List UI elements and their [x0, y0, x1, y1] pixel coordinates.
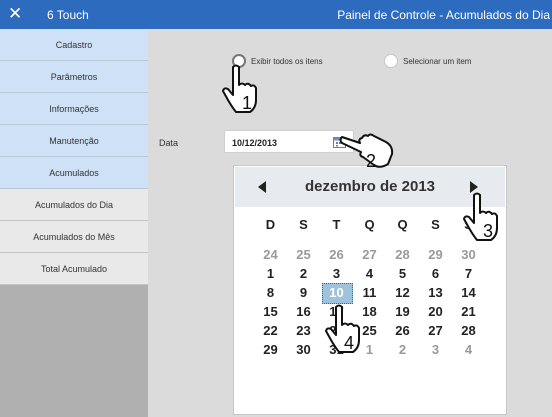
calendar-day[interactable]: 18 [353, 304, 386, 319]
sidebar-item-label: Informações [49, 103, 99, 114]
sidebar-item-cadastro[interactable]: Cadastro [0, 29, 148, 61]
calendar-day[interactable]: 24 [320, 323, 353, 338]
sidebar-item-label: Parâmetros [50, 71, 98, 82]
calendar-day[interactable]: 26 [386, 323, 419, 338]
date-picker-header: dezembro de 2013 [235, 167, 505, 207]
calendar-day[interactable]: 12 [386, 285, 419, 300]
calendar-day[interactable]: 25 [287, 247, 320, 262]
calendar-day[interactable]: 27 [353, 247, 386, 262]
radio-dot-selected [232, 54, 246, 68]
weekday-label: Q [397, 217, 408, 232]
radio-show-all[interactable]: Exibir todos os itens [232, 54, 323, 68]
calendar-day[interactable]: 3 [320, 266, 353, 281]
calendar-day[interactable]: 26 [320, 247, 353, 262]
calendar-day[interactable]: 20 [419, 304, 452, 319]
main-panel: Exibir todos os itens Selecionar um item… [148, 29, 552, 417]
month-label: dezembro de 2013 [304, 178, 436, 195]
calendar-day[interactable]: 31 [320, 342, 353, 357]
calendar-day[interactable]: 30 [287, 342, 320, 357]
calendar-day[interactable]: 19 [386, 304, 419, 319]
sidebar-item-label: Cadastro [55, 39, 93, 50]
sidebar-item-label: Manutenção [49, 135, 99, 146]
radio-dot [384, 54, 398, 68]
radio-show-all-label: Exibir todos os itens [251, 56, 323, 66]
calendar-week: 29 30 31 1 2 3 4 [254, 342, 485, 357]
calendar-day[interactable]: 28 [386, 247, 419, 262]
calendar-day[interactable]: 14 [452, 285, 485, 300]
calendar-day[interactable]: 16 [287, 304, 320, 319]
calendar-day[interactable]: 13 [419, 285, 452, 300]
calendar-day[interactable]: 25 [353, 323, 386, 338]
sidebar-item-label: Acumulados do Dia [34, 199, 114, 210]
calendar-day[interactable]: 27 [419, 323, 452, 338]
sidebar-item-acumulados-mes[interactable]: Acumulados do Mês [0, 221, 148, 253]
weekday-label: S [299, 217, 308, 232]
calendar-day[interactable]: 4 [452, 342, 485, 357]
calendar-week: 24 25 26 27 28 29 30 [254, 247, 485, 262]
radio-select-one-label: Selecionar um item [403, 56, 472, 66]
calendar-day[interactable]: 15 [254, 304, 287, 319]
calendar-day[interactable]: 1 [353, 342, 386, 357]
sidebar-item-label: Acumulados do Mês [33, 231, 115, 242]
title-bar: ✕ 6 Touch Painel de Controle - Acumulado… [0, 0, 552, 29]
calendar-day-selected[interactable]: 10 [320, 283, 353, 304]
sidebar-item-parametros[interactable]: Parâmetros [0, 61, 148, 93]
calendar-week: 8 9 10 11 12 13 14 [254, 283, 485, 304]
calendar-day[interactable]: 4 [353, 266, 386, 281]
date-label: Data [159, 138, 179, 148]
calendar-day[interactable]: 11 [353, 285, 386, 300]
weekday-header: D S T Q Q S S [254, 217, 485, 232]
calendar-day[interactable]: 6 [419, 266, 452, 281]
calendar-week: 1 2 3 4 5 6 7 [254, 266, 485, 281]
sidebar-item-label: Total Acumulado [40, 263, 108, 274]
next-month-arrow-icon[interactable] [469, 180, 479, 198]
calendar-day[interactable]: 30 [452, 247, 485, 262]
window-title: Painel de Controle - Acumulados do Dia [337, 8, 550, 22]
calendar-day[interactable]: 22 [254, 323, 287, 338]
sidebar-item-total-acumulado[interactable]: Total Acumulado [0, 253, 148, 285]
calendar-day[interactable]: 3 [419, 342, 452, 357]
sidebar-item-label: Acumulados [49, 167, 99, 178]
sidebar-item-acumulados-dia[interactable]: Acumulados do Dia [0, 189, 148, 221]
close-icon[interactable]: ✕ [8, 4, 22, 24]
date-field[interactable]: 10/12/2013 [224, 130, 354, 153]
calendar-day[interactable]: 24 [254, 247, 287, 262]
app-name: 6 Touch [47, 8, 89, 22]
calendar-day[interactable]: 29 [419, 247, 452, 262]
calendar-icon[interactable] [333, 136, 346, 148]
calendar-day[interactable]: 8 [254, 285, 287, 300]
weekday-label: S [464, 217, 473, 232]
calendar-day-selected-label: 10 [329, 285, 344, 300]
calendar-day[interactable]: 21 [452, 304, 485, 319]
calendar-day[interactable]: 7 [452, 266, 485, 281]
calendar-day[interactable]: 5 [386, 266, 419, 281]
calendar-day[interactable]: 9 [287, 285, 320, 300]
date-value: 10/12/2013 [232, 138, 278, 148]
calendar-week: 22 23 24 25 26 27 28 [254, 323, 485, 338]
calendar-day[interactable]: 28 [452, 323, 485, 338]
calendar-day[interactable]: 2 [287, 266, 320, 281]
calendar-day[interactable]: 23 [287, 323, 320, 338]
sidebar: Cadastro Parâmetros Informações Manutenç… [0, 29, 148, 417]
sidebar-item-acumulados[interactable]: Acumulados [0, 157, 148, 189]
calendar-day[interactable]: 29 [254, 342, 287, 357]
calendar-day[interactable]: 2 [386, 342, 419, 357]
date-picker: dezembro de 2013 D S T Q Q S S 24 25 26 … [233, 165, 507, 415]
weekday-label: T [332, 217, 341, 232]
sidebar-item-informacoes[interactable]: Informações [0, 93, 148, 125]
weekday-label: D [265, 217, 276, 232]
radio-select-one[interactable]: Selecionar um item [384, 54, 471, 68]
weekday-label: Q [364, 217, 375, 232]
weekday-label: S [431, 217, 440, 232]
calendar-week: 15 16 17 18 19 20 21 [254, 304, 485, 319]
sidebar-item-manutencao[interactable]: Manutenção [0, 125, 148, 157]
calendar-day[interactable]: 17 [320, 304, 353, 319]
calendar-day[interactable]: 1 [254, 266, 287, 281]
